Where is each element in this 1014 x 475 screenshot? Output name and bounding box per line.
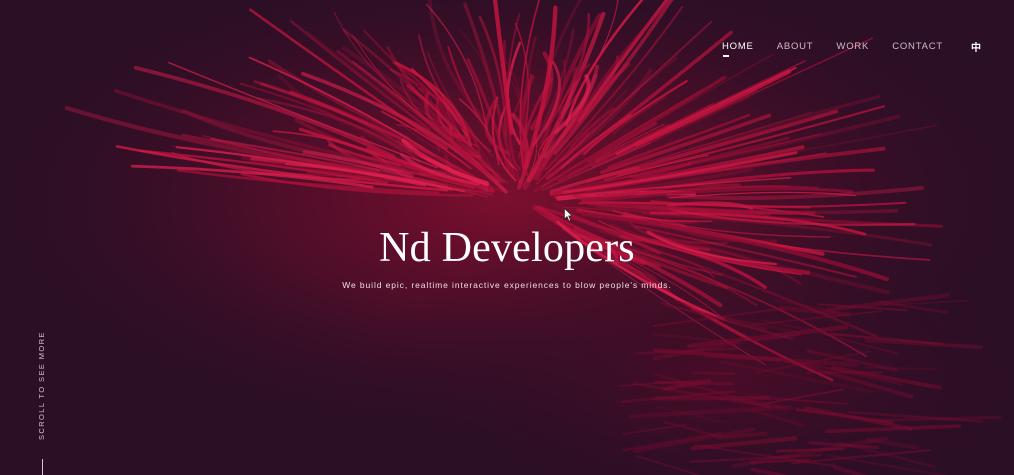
main-nav: HOME ABOUT WORK CONTACT 中 bbox=[722, 39, 981, 57]
page-title: Nd Developers bbox=[379, 225, 635, 271]
language-toggle[interactable]: 中 bbox=[971, 39, 981, 54]
nav-item-work[interactable]: WORK bbox=[836, 41, 869, 52]
arrow-cursor-icon bbox=[564, 208, 573, 222]
decorative-streak bbox=[654, 380, 734, 386]
scroll-indicator-line bbox=[42, 459, 43, 475]
nav-item-home[interactable]: HOME bbox=[722, 41, 754, 57]
decorative-streak bbox=[690, 371, 735, 376]
nav-item-contact[interactable]: CONTACT bbox=[892, 41, 943, 52]
nav-item-about[interactable]: ABOUT bbox=[777, 41, 814, 52]
decorative-streak bbox=[654, 395, 770, 401]
hero-subtitle: We build epic, realtime interactive expe… bbox=[342, 280, 672, 290]
scroll-hint[interactable]: SCROLL TO SEE MORE bbox=[37, 331, 46, 440]
